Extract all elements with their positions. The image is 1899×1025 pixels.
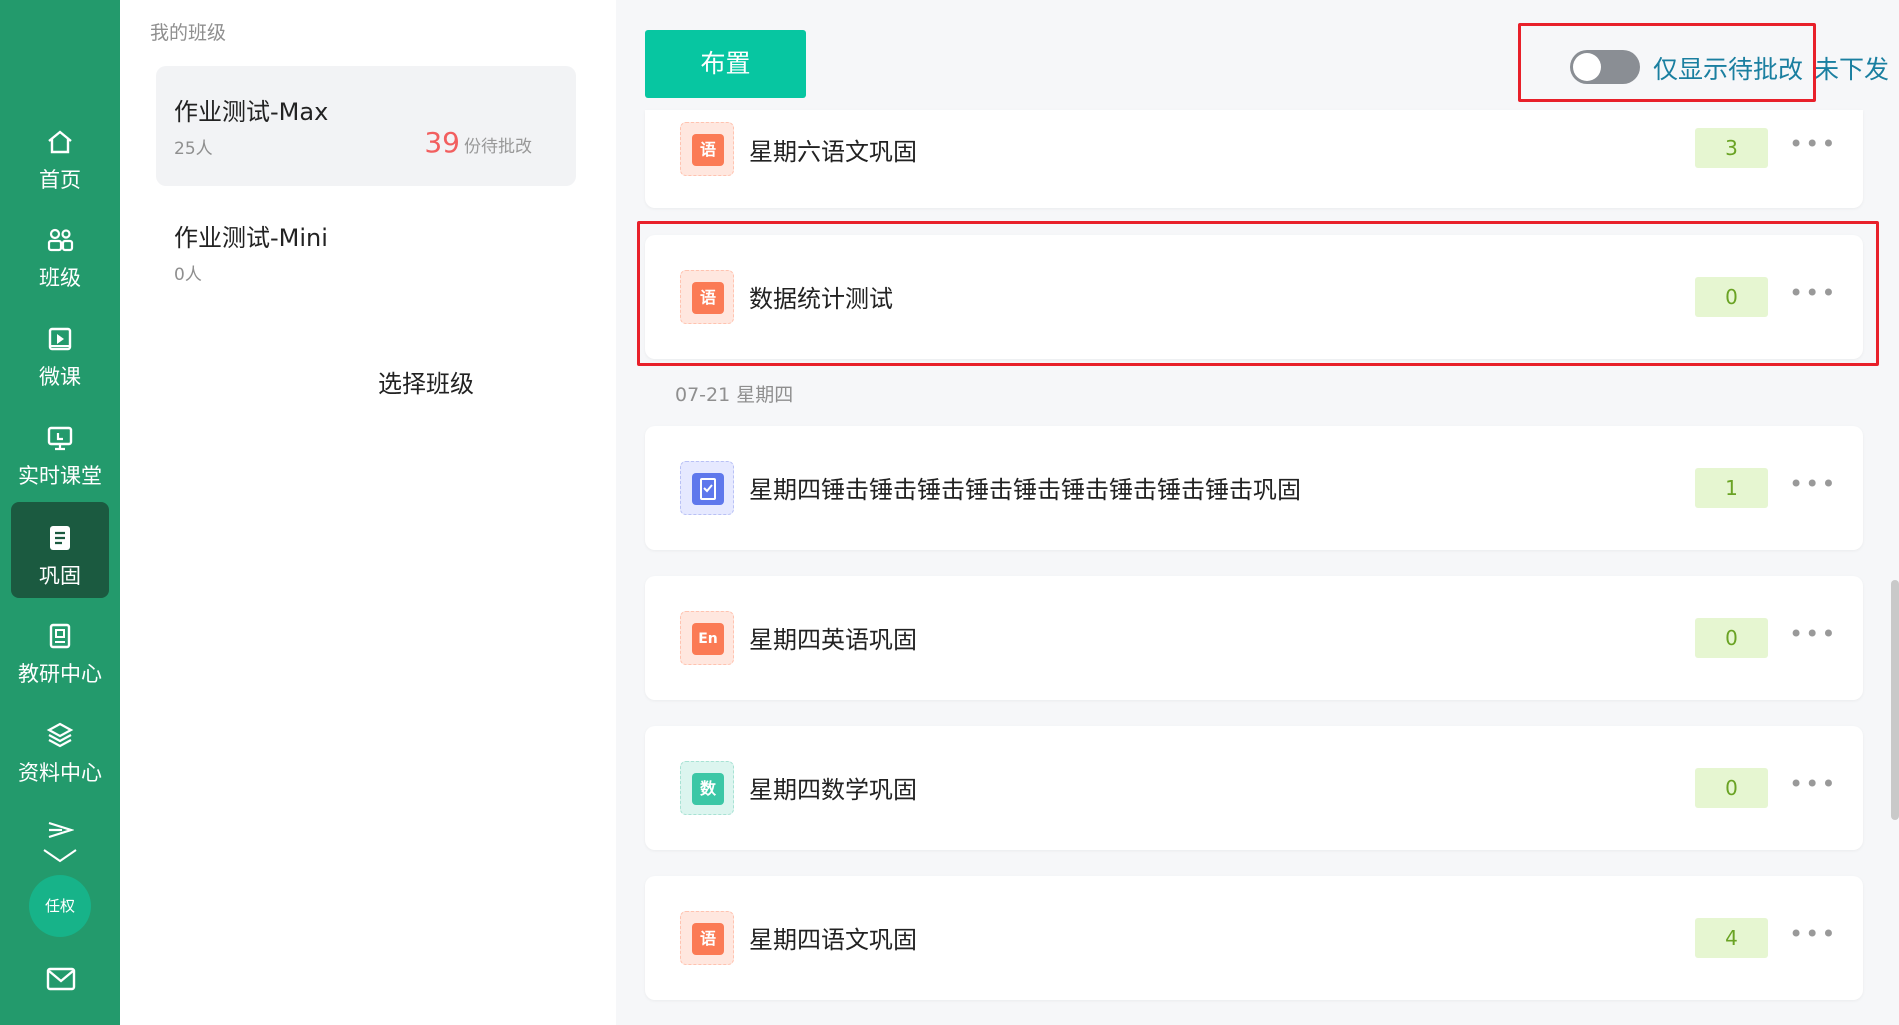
mail-icon[interactable] xyxy=(46,966,76,992)
users-icon xyxy=(46,226,74,254)
subject-glyph: 数 xyxy=(692,773,724,805)
class-panel: 我的班级 作业测试-Max 25人 39 份待批改 作业测试-Mini 0人 选择… xyxy=(120,0,616,1025)
pending-only-toggle[interactable] xyxy=(1570,50,1640,84)
class-name: 作业测试-Mini xyxy=(174,224,328,252)
checklist-icon xyxy=(692,473,724,505)
task-title: 星期六语文巩固 xyxy=(749,138,917,166)
toggle-knob xyxy=(1573,53,1601,81)
nav-item-class[interactable]: 班级 xyxy=(0,226,120,322)
date-separator: 07-21 星期四 xyxy=(675,384,794,406)
task-card[interactable]: 语 数据统计测试 0 ••• xyxy=(645,235,1863,359)
task-title: 星期四英语巩固 xyxy=(749,626,917,654)
pending-number: 39 xyxy=(424,126,460,159)
subject-glyph: 语 xyxy=(692,282,724,314)
nav-item-materials[interactable]: 资料中心 xyxy=(0,721,120,817)
more-options-icon[interactable]: ••• xyxy=(1789,470,1837,498)
pending-label: 份待批改 xyxy=(464,137,532,157)
subject-glyph: 语 xyxy=(692,134,724,166)
english-subject-icon: En xyxy=(680,611,734,665)
chinese-subject-icon: 语 xyxy=(680,911,734,965)
classroom-icon xyxy=(46,424,74,452)
pending-review-count: 39 份待批改 xyxy=(424,126,532,159)
pending-count-badge: 0 xyxy=(1695,277,1768,317)
nav-item-research[interactable]: 教研中心 xyxy=(0,622,120,718)
task-title: 星期四数学巩固 xyxy=(749,776,917,804)
home-icon xyxy=(46,128,74,156)
subject-glyph: 语 xyxy=(692,923,724,955)
nav-label: 微课 xyxy=(39,365,81,389)
research-icon xyxy=(46,622,74,650)
class-student-count: 25人 xyxy=(174,139,213,159)
nav-label: 资料中心 xyxy=(18,761,102,785)
layers-icon xyxy=(46,721,74,749)
assign-button[interactable]: 布置 xyxy=(645,30,806,98)
send-icon xyxy=(46,818,75,846)
homework-book-icon xyxy=(680,461,734,515)
nav-item-consolidate[interactable]: 巩固 xyxy=(0,502,120,620)
nav-label: 班级 xyxy=(39,266,81,290)
user-avatar[interactable]: 任权 xyxy=(29,875,91,937)
math-subject-icon: 数 xyxy=(680,761,734,815)
chinese-subject-icon: 语 xyxy=(680,270,734,324)
pending-count-badge: 3 xyxy=(1695,128,1768,168)
left-nav: 首页 班级 微课 实时课堂 巩固 教研中心 资料中心 任权 xyxy=(0,0,120,1025)
class-student-count: 0人 xyxy=(174,265,202,285)
pending-only-label[interactable]: 仅显示待批改 xyxy=(1653,50,1803,86)
nav-label: 首页 xyxy=(39,168,81,192)
main-content: 语 星期六语文巩固 3 ••• 语 数据统计测试 0 ••• 07-21 星期四… xyxy=(616,0,1899,1025)
nav-label: 实时课堂 xyxy=(18,464,102,488)
task-card[interactable]: En 星期四英语巩固 0 ••• xyxy=(645,576,1863,700)
pending-count-badge: 0 xyxy=(1695,768,1768,808)
undistributed-tab[interactable]: 未下发 xyxy=(1814,50,1889,86)
class-panel-heading: 我的班级 xyxy=(150,22,227,44)
class-card-max[interactable]: 作业测试-Max 25人 39 份待批改 xyxy=(156,66,576,186)
task-title: 星期四锤击锤击锤击锤击锤击锤击锤击锤击锤击巩固 xyxy=(749,476,1301,504)
class-name: 作业测试-Max xyxy=(174,98,329,126)
task-card[interactable]: 语 星期四语文巩固 4 ••• xyxy=(645,876,1863,1000)
pending-count-badge: 0 xyxy=(1695,618,1768,658)
task-title: 星期四语文巩固 xyxy=(749,926,917,954)
subject-glyph: En xyxy=(692,623,724,655)
notebook-icon xyxy=(46,524,74,552)
more-options-icon[interactable]: ••• xyxy=(1789,920,1837,948)
task-card[interactable]: 数 星期四数学巩固 0 ••• xyxy=(645,726,1863,850)
more-options-icon[interactable]: ••• xyxy=(1789,770,1837,798)
chevron-down-icon[interactable] xyxy=(42,848,78,864)
scrollbar[interactable] xyxy=(1891,580,1899,820)
video-icon xyxy=(46,325,74,353)
select-class-prompt: 选择班级 xyxy=(378,370,474,398)
pending-count-badge: 4 xyxy=(1695,918,1768,958)
pending-count-badge: 1 xyxy=(1695,468,1768,508)
class-card-mini[interactable]: 作业测试-Mini 0人 xyxy=(156,192,576,312)
chinese-subject-icon: 语 xyxy=(680,122,734,176)
nav-item-microlesson[interactable]: 微课 xyxy=(0,325,120,421)
nav-label: 巩固 xyxy=(39,564,81,588)
task-card[interactable]: 语 星期六语文巩固 3 ••• xyxy=(645,110,1863,208)
task-card[interactable]: 星期四锤击锤击锤击锤击锤击锤击锤击锤击锤击巩固 1 ••• xyxy=(645,426,1863,550)
more-options-icon[interactable]: ••• xyxy=(1789,620,1837,648)
more-options-icon[interactable]: ••• xyxy=(1789,130,1837,158)
more-options-icon[interactable]: ••• xyxy=(1789,279,1837,307)
nav-label: 教研中心 xyxy=(18,662,102,686)
task-title: 数据统计测试 xyxy=(749,285,893,313)
nav-item-home[interactable]: 首页 xyxy=(0,128,120,224)
